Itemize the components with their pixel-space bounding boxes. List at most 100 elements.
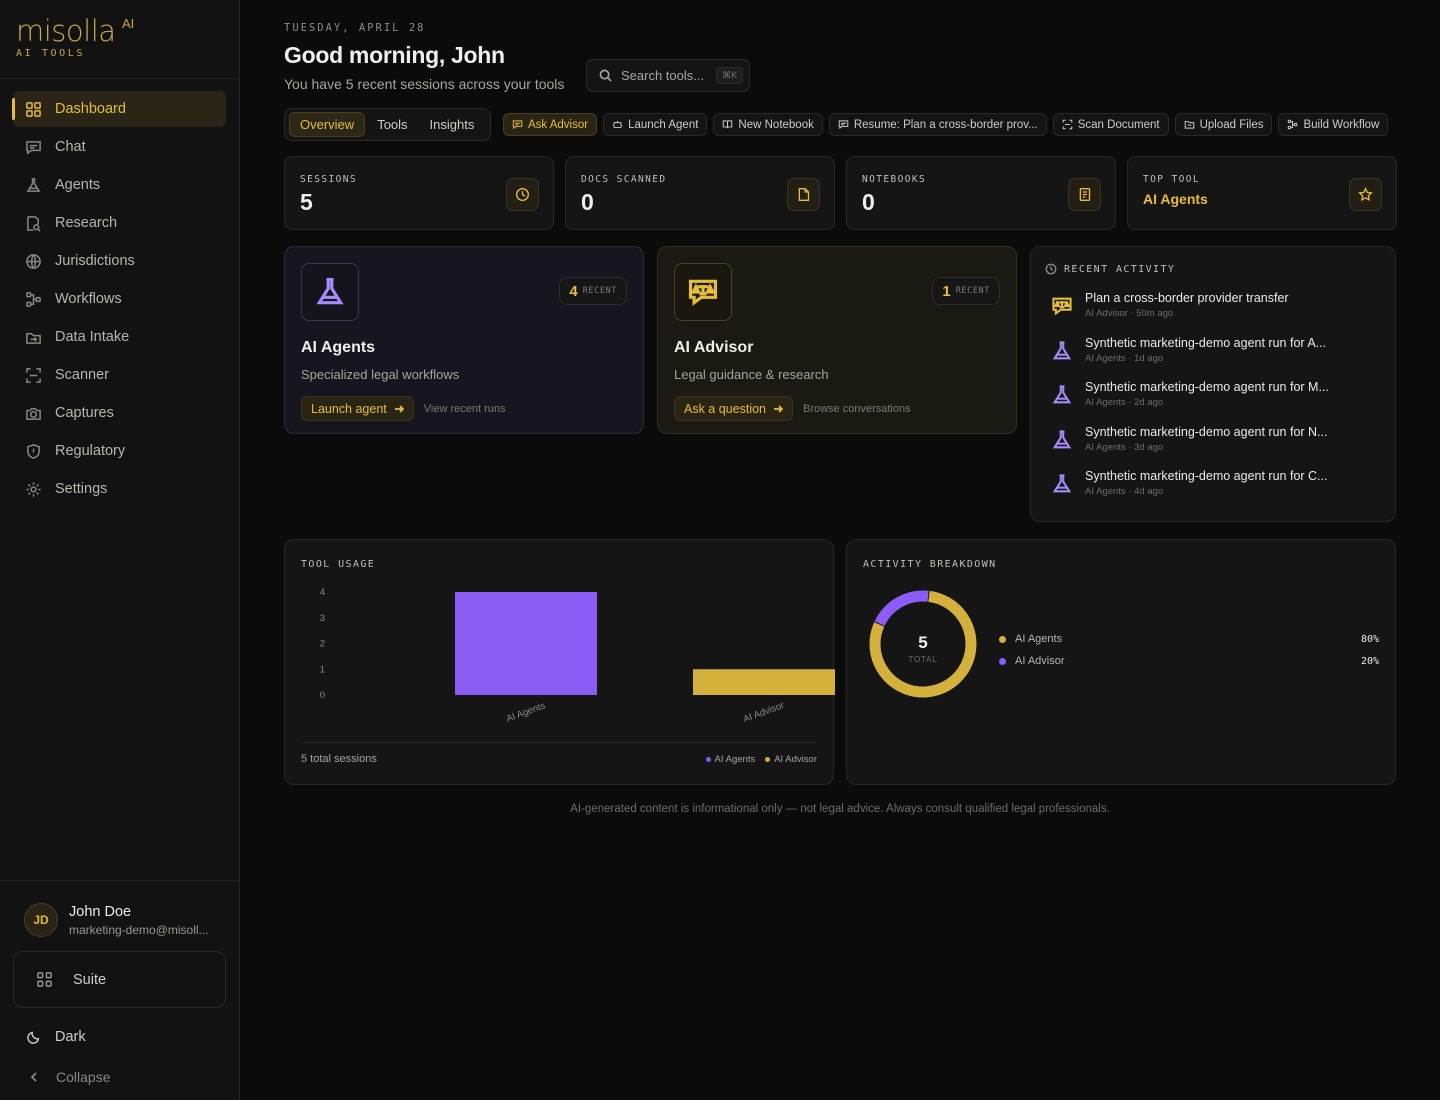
y-tick-label: 2 (320, 639, 325, 650)
sidebar-item-workflows[interactable]: Workflows (13, 281, 226, 317)
activity-item[interactable]: Synthetic marketing-demo agent run for N… (1045, 425, 1381, 470)
tool-usage-footer: 5 total sessions AI Agents AI Advisor (301, 742, 817, 765)
sidebar-item-label: Dashboard (55, 101, 126, 117)
sidebar-item-captures[interactable]: Captures (13, 395, 226, 431)
collapse-label: Collapse (56, 1069, 111, 1085)
sidebar-item-label: Regulatory (55, 443, 126, 459)
tab-tools[interactable]: Tools (367, 112, 417, 137)
sidebar-item-research[interactable]: Research (13, 205, 226, 241)
chat-icon (838, 120, 849, 130)
recent-count-label: RECENT (955, 286, 990, 296)
sidebar-item-agents[interactable]: Agents (13, 167, 226, 203)
activity-item[interactable]: Synthetic marketing-demo agent run for M… (1045, 380, 1381, 425)
scales-chat-icon (688, 279, 718, 306)
ask-question-button[interactable]: Ask a question (674, 396, 793, 421)
activity-item[interactable]: Plan a cross-border provider transfer AI… (1045, 291, 1381, 336)
quick-action-label: Scan Document (1077, 118, 1160, 131)
activity-item[interactable]: Synthetic marketing-demo agent run for A… (1045, 336, 1381, 381)
bar-ai-advisor[interactable] (693, 669, 835, 695)
suite-button[interactable]: Suite (13, 951, 226, 1008)
recent-count: 1 (942, 282, 951, 300)
donut-total-value: 5 (918, 633, 927, 652)
quick-actions: Ask Advisor Launch Agent New Notebook Resum… (503, 113, 1394, 136)
stat-icon-box (787, 178, 820, 211)
stat-icon-box (1068, 178, 1101, 211)
sidebar-item-regulatory[interactable]: Regulatory (13, 433, 226, 469)
sidebar-item-jurisdictions[interactable]: Jurisdictions (13, 243, 226, 279)
activity-title: Synthetic marketing-demo agent run for A… (1085, 335, 1327, 350)
flask-icon (26, 177, 41, 192)
stat-card-docs-scanned[interactable]: DOCS SCANNED 0 (565, 156, 835, 230)
theme-toggle[interactable]: Dark (0, 1022, 239, 1052)
activity-meta: AI Advisor · 50m ago (1085, 308, 1174, 319)
folder-icon (1184, 120, 1194, 129)
search-input[interactable]: Search tools... ⌘K (586, 59, 750, 92)
view-recent-runs-link[interactable]: View recent runs (424, 403, 506, 415)
globe-icon (26, 253, 41, 269)
activity-text: Synthetic marketing-demo agent run for C… (1085, 469, 1360, 497)
button-label: Launch agent (311, 401, 387, 416)
arrow-right-icon (774, 404, 783, 413)
quick-action-build-workflow[interactable]: Build Workflow (1278, 113, 1389, 136)
stat-card-notebooks[interactable]: NOTEBOOKS 0 (846, 156, 1116, 230)
sidebar-item-settings[interactable]: Settings (13, 471, 226, 507)
quick-action-new-notebook[interactable]: New Notebook (713, 113, 823, 136)
legend-label: AI Agents (714, 753, 756, 765)
sidebar-item-scanner[interactable]: Scanner (13, 357, 226, 393)
donut-total-label: TOTAL (908, 655, 937, 664)
quick-action-scan-document[interactable]: Scan Document (1052, 113, 1169, 136)
sidebar-item-data-intake[interactable]: Data Intake (13, 319, 226, 355)
avatar: JD (24, 903, 58, 937)
legend-label: AI Advisor (774, 753, 817, 765)
quick-action-label: Ask Advisor (528, 118, 589, 131)
shield-icon (27, 443, 40, 459)
browse-conversations-link[interactable]: Browse conversations (803, 403, 911, 415)
tool-card-ai-advisor[interactable]: 1 RECENT AI Advisor Legal guidance & res… (657, 246, 1017, 434)
tool-card-ai-agents[interactable]: 4 RECENT AI Agents Specialized legal wor… (284, 246, 644, 434)
tool-usage-chart: 0 1 2 3 4 AI Agents AI Advisor (320, 587, 835, 725)
activity-item[interactable]: Synthetic marketing-demo agent run for C… (1045, 469, 1381, 514)
user-name: John Doe (69, 903, 132, 920)
tab-overview[interactable]: Overview (289, 112, 366, 137)
sidebar: misolla AI AI TOOLS Dashboard Chat Agents R… (0, 0, 240, 1100)
activity-title: Synthetic marketing-demo agent run for C… (1085, 469, 1328, 483)
quick-action-upload-files[interactable]: Upload Files (1174, 113, 1273, 136)
recent-count-badge: 1 RECENT (932, 277, 1000, 305)
launch-agent-button[interactable]: Launch agent (301, 396, 414, 421)
sidebar-item-dashboard[interactable]: Dashboard (12, 91, 226, 127)
user-profile[interactable]: JD John Doe marketing-demo@misoll... (0, 881, 239, 937)
activity-title: Synthetic marketing-demo agent run for M… (1085, 380, 1329, 394)
y-tick-label: 0 (320, 690, 325, 701)
theme-label: Dark (55, 1029, 86, 1045)
stat-card-sessions[interactable]: SESSIONS 5 (284, 156, 554, 230)
app-root: misolla AI AI TOOLS Dashboard Chat Agents R… (0, 0, 1440, 1100)
recent-count-label: RECENT (582, 286, 617, 296)
tab-insights[interactable]: Insights (420, 112, 485, 137)
donut-slice-ai-advisor[interactable] (874, 590, 929, 627)
sidebar-item-label: Data Intake (55, 329, 130, 345)
stat-card-top-tool[interactable]: TOP TOOL AI Agents (1127, 156, 1397, 230)
quick-action-resume[interactable]: Resume: Plan a cross-border prov... (828, 113, 1047, 136)
collapse-sidebar-button[interactable]: Collapse (0, 1062, 239, 1092)
page-title: Good morning, John (284, 42, 505, 68)
quick-action-ask-advisor[interactable]: Ask Advisor (503, 113, 598, 136)
tool-card-actions: Launch agent View recent runs (301, 396, 627, 421)
quick-action-label: Resume: Plan a cross-border prov... (853, 118, 1038, 131)
quick-action-label: Upload Files (1199, 118, 1264, 131)
y-tick-label: 3 (320, 613, 325, 624)
activity-text: Synthetic marketing-demo agent run for A… (1085, 336, 1360, 364)
view-tabs: Overview Tools Insights (284, 108, 492, 141)
star-icon (1358, 187, 1373, 202)
flask-icon (1052, 385, 1072, 404)
chat-icon (512, 120, 523, 130)
bar-ai-agents[interactable] (455, 592, 597, 695)
tool-card-actions: Ask a question Browse conversations (674, 396, 1000, 421)
quick-action-launch-agent[interactable]: Launch Agent (603, 113, 708, 136)
stat-icon-box (506, 178, 539, 211)
flask-icon (316, 277, 344, 305)
x-tick-label: AI Agents (505, 700, 547, 724)
sidebar-item-chat[interactable]: Chat (13, 129, 226, 165)
grid-icon (37, 972, 52, 987)
recent-count: 4 (569, 282, 578, 300)
brand-logo[interactable]: misolla AI AI TOOLS (0, 0, 239, 79)
